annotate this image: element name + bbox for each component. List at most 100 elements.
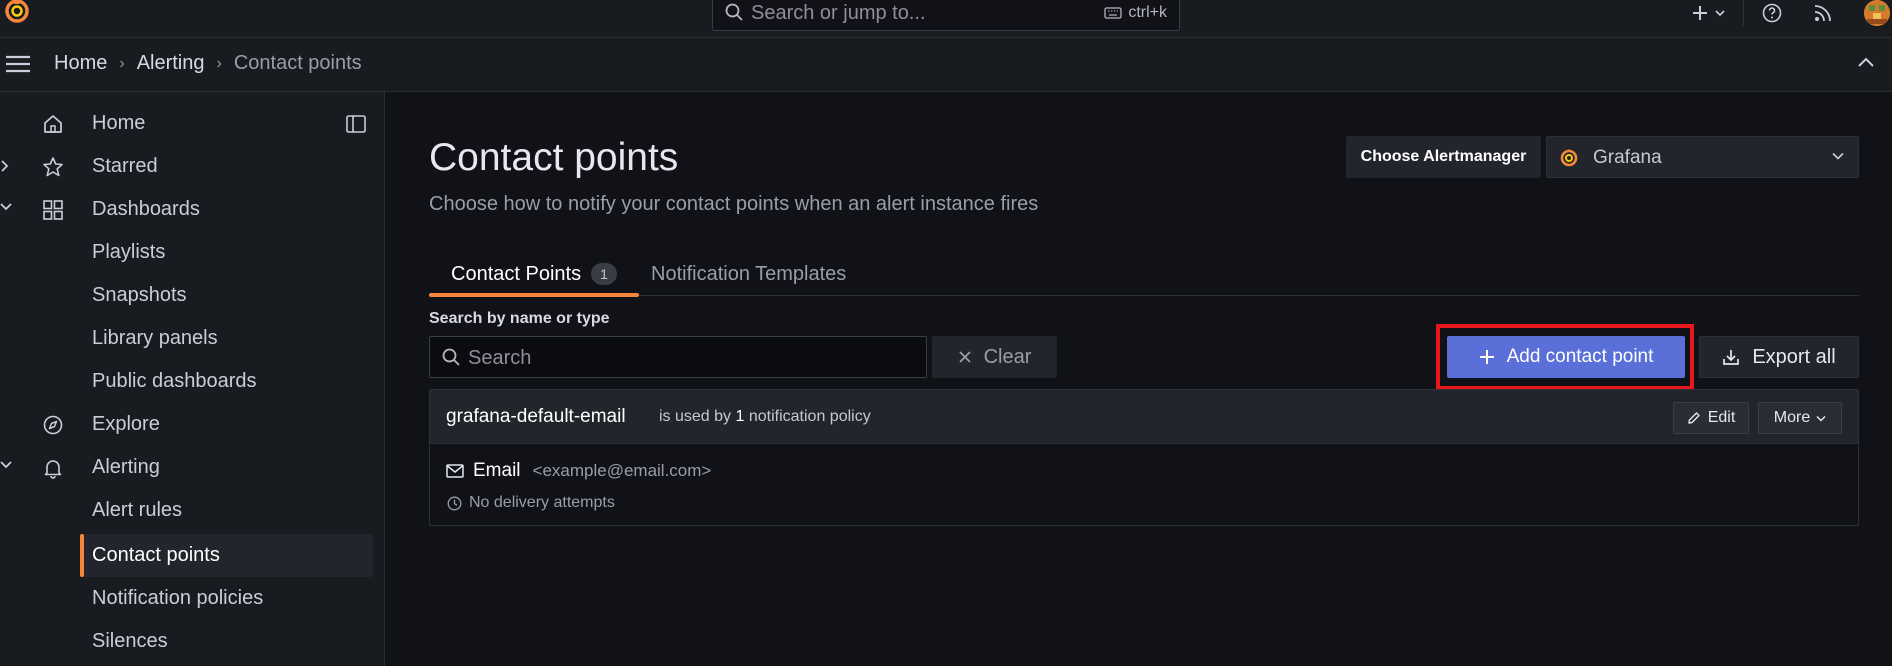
chevron-down-icon	[1715, 9, 1725, 17]
breadcrumb-alerting[interactable]: Alerting	[137, 52, 205, 75]
sidebar-item-label: Library panels	[92, 327, 218, 349]
news-button[interactable]	[1814, 0, 1832, 26]
sidebar-item-label: Alert rules	[92, 499, 183, 521]
menu-toggle-button[interactable]	[5, 54, 31, 74]
more-button[interactable]: More	[1758, 402, 1842, 434]
home-icon	[42, 113, 64, 135]
integration-row: Email <example@email.com>	[446, 460, 711, 482]
clear-label: Clear	[983, 345, 1032, 368]
tab-contact-points[interactable]: Contact Points 1	[429, 252, 639, 297]
avatar	[1864, 0, 1890, 26]
clear-button[interactable]: Clear	[932, 336, 1057, 378]
sidebar-item-label: Starred	[92, 155, 158, 177]
usage-count: 1	[735, 408, 745, 425]
sidebar-item-dashboards[interactable]: Dashboards	[0, 188, 375, 231]
clock-icon	[447, 496, 462, 511]
sidebar-item-label: Snapshots	[92, 284, 187, 306]
help-button[interactable]	[1762, 0, 1782, 26]
edit-button[interactable]: Edit	[1673, 402, 1749, 434]
contact-point-header: grafana-default-email is used by 1 notif…	[430, 390, 1858, 444]
envelope-icon	[446, 464, 464, 478]
sidebar: Home Starred Dashboards Playlists Snapsh…	[0, 92, 385, 666]
page-title: Contact points	[429, 136, 679, 179]
chevron-right-icon[interactable]	[0, 159, 10, 173]
sidebar-item-label: Contact points	[92, 544, 220, 566]
sidebar-item-label: Home	[92, 112, 146, 134]
keyboard-icon	[1104, 7, 1122, 19]
bell-icon	[42, 457, 64, 479]
export-label: Export all	[1752, 345, 1836, 368]
integration-address: <example@email.com>	[532, 461, 712, 480]
pencil-icon	[1687, 411, 1701, 425]
delivery-status-text: No delivery attempts	[469, 494, 615, 511]
chevron-down-icon	[1816, 415, 1826, 422]
contact-point-card: grafana-default-email is used by 1 notif…	[429, 389, 1859, 526]
alertmanager-select[interactable]: Grafana	[1546, 136, 1859, 178]
breadcrumb: Home › Alerting › Contact points	[54, 52, 362, 75]
sidebar-item-explore[interactable]: Explore	[0, 403, 375, 446]
policy-usage-text: is used by 1 notification policy	[659, 408, 871, 426]
sidebar-item-public-dashboards[interactable]: Public dashboards	[0, 360, 375, 403]
question-circle-icon	[1762, 3, 1782, 23]
contact-point-search-input[interactable]: Search	[429, 336, 927, 378]
sidebar-item-alert-rules[interactable]: Alert rules	[0, 489, 375, 532]
collapse-header-button[interactable]	[1858, 57, 1874, 67]
sidebar-item-contact-points[interactable]: Contact points	[80, 534, 373, 577]
download-icon	[1722, 348, 1740, 366]
top-actions	[1691, 0, 1892, 26]
rss-icon	[1814, 4, 1832, 22]
sidebar-item-label: Dashboards	[92, 198, 200, 220]
sidebar-item-label: Silences	[92, 630, 168, 652]
breadcrumb-bar: Home › Alerting › Contact points	[0, 38, 1892, 92]
alertmanager-value: Grafana	[1593, 147, 1662, 168]
close-icon	[958, 350, 972, 364]
usage-prefix: is used by	[659, 408, 732, 425]
new-dropdown-button[interactable]	[1691, 0, 1725, 26]
tab-notification-templates[interactable]: Notification Templates	[651, 252, 846, 296]
add-contact-point-button[interactable]: Add contact point	[1447, 336, 1685, 378]
apps-icon	[42, 199, 64, 221]
usage-suffix: notification policy	[748, 408, 871, 425]
chevron-right-icon: ›	[119, 54, 125, 72]
grafana-logo-icon[interactable]	[2, 0, 32, 26]
main-content: Contact points Choose how to notify your…	[386, 92, 1892, 666]
search-label: Search by name or type	[429, 310, 610, 327]
alertmanager-label: Choose Alertmanager	[1346, 136, 1541, 178]
edit-label: Edit	[1707, 409, 1736, 426]
profile-button[interactable]	[1864, 0, 1892, 26]
sidebar-item-label: Explore	[92, 413, 160, 435]
contact-point-name: grafana-default-email	[446, 406, 626, 427]
more-label: More	[1773, 409, 1811, 426]
sidebar-item-snapshots[interactable]: Snapshots	[0, 274, 375, 317]
compass-icon	[42, 414, 64, 436]
tab-label: Notification Templates	[651, 262, 847, 285]
tab-bar: Contact Points 1 Notification Templates	[429, 252, 1859, 297]
sidebar-item-starred[interactable]: Starred	[0, 145, 375, 188]
sidebar-item-notification-policies[interactable]: Notification policies	[0, 577, 375, 620]
global-search-input[interactable]: Search or jump to... ctrl+k	[712, 0, 1180, 31]
chevron-down-icon	[1832, 152, 1844, 160]
breadcrumb-home[interactable]: Home	[54, 52, 107, 75]
add-label: Add contact point	[1506, 346, 1654, 367]
search-icon	[442, 348, 460, 366]
chevron-down-icon[interactable]	[0, 460, 12, 470]
sidebar-item-home[interactable]: Home	[0, 102, 375, 145]
global-search-placeholder: Search or jump to...	[751, 2, 926, 24]
export-all-button[interactable]: Export all	[1699, 336, 1859, 378]
page-subtitle: Choose how to notify your contact points…	[429, 193, 1039, 215]
integration-type: Email	[473, 460, 521, 481]
shortcut-hint: ctrl+k	[1104, 4, 1167, 22]
tab-count-badge: 1	[591, 263, 617, 285]
sidebar-item-library-panels[interactable]: Library panels	[0, 317, 375, 360]
sidebar-item-playlists[interactable]: Playlists	[0, 231, 375, 274]
sidebar-item-label: Alerting	[92, 456, 160, 478]
grafana-logo-icon	[1559, 148, 1579, 168]
chevron-right-icon: ›	[216, 54, 222, 72]
chevron-down-icon[interactable]	[0, 202, 12, 212]
star-icon	[42, 156, 64, 178]
sidebar-item-silences[interactable]: Silences	[0, 620, 375, 663]
search-icon	[725, 3, 743, 21]
search-placeholder: Search	[468, 347, 532, 369]
shortcut-text: ctrl+k	[1128, 4, 1167, 21]
sidebar-item-alerting[interactable]: Alerting	[0, 446, 375, 489]
